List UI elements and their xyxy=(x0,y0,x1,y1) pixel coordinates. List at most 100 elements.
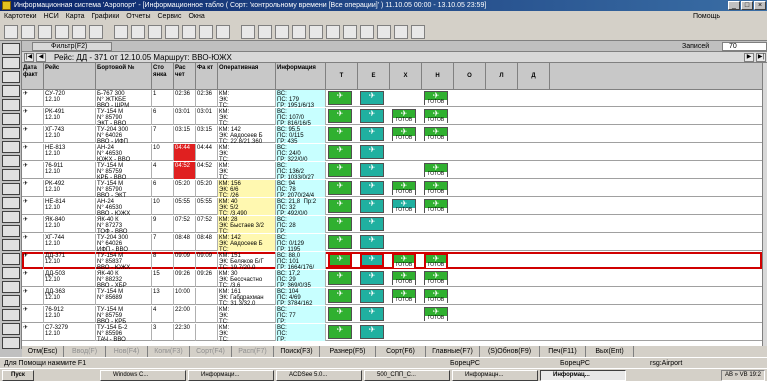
col-l[interactable]: Л xyxy=(486,63,518,90)
side-tool-button[interactable] xyxy=(2,57,20,69)
service-status-icon[interactable]: ✈ ГОТОВ xyxy=(392,127,416,141)
col-info[interactable]: Информация xyxy=(276,63,326,90)
service-status-icon[interactable]: ✈ xyxy=(328,289,352,303)
service-status-icon[interactable]: ✈ xyxy=(360,271,384,285)
toolbar-button[interactable] xyxy=(182,25,196,39)
table-row[interactable]: ✈ НЕ-813 12.10 АН-24 N° 46530 ЮЖХ - ВВО 10 0… xyxy=(22,144,762,161)
col-d[interactable]: Д xyxy=(518,63,550,90)
table-row[interactable]: ✈ ДД-371 12.10 ТУ-154 М N° 85837 ВВО - ЮЖХ… xyxy=(22,252,762,269)
service-status-icon[interactable]: ✈ ГОТОВ xyxy=(424,199,448,213)
col-t[interactable]: Т xyxy=(326,63,358,90)
side-tool-button[interactable] xyxy=(2,225,20,237)
service-status-icon[interactable]: ✈ xyxy=(360,325,384,339)
service-status-icon[interactable]: ✈ ГОТОВ xyxy=(424,253,448,268)
side-tool-button[interactable] xyxy=(2,141,20,153)
service-status-icon[interactable]: ✈ xyxy=(360,199,384,213)
toolbar-button[interactable] xyxy=(148,25,162,39)
service-status-icon[interactable]: ✈ xyxy=(328,325,352,339)
col-stand[interactable]: Сто янка xyxy=(152,63,174,90)
menu-help[interactable]: Помощь xyxy=(693,11,720,23)
side-tool-button[interactable] xyxy=(2,295,20,307)
toolbar-button[interactable] xyxy=(38,25,52,39)
taskbar-item[interactable]: Информац... xyxy=(540,370,626,381)
side-tool-button[interactable] xyxy=(2,169,20,181)
side-tool-button[interactable] xyxy=(2,309,20,321)
service-status-icon[interactable]: ✈ xyxy=(360,163,384,177)
toolbar-button[interactable] xyxy=(114,25,128,39)
service-status-icon[interactable]: ✈ xyxy=(360,307,384,321)
toolbar-button[interactable] xyxy=(411,25,425,39)
service-status-icon[interactable]: ✈ xyxy=(328,109,352,123)
table-row[interactable]: ✈ С7-3279 12.10 ТУ-154 Б-2 N° 85596 ТАЧ - … xyxy=(22,324,762,341)
service-status-icon[interactable]: ✈ xyxy=(360,145,384,159)
service-status-icon[interactable]: ✈ ГОТОВ xyxy=(392,271,416,285)
toolbar-button[interactable] xyxy=(309,25,323,39)
side-tool-button[interactable] xyxy=(2,155,20,167)
toolbar-button[interactable] xyxy=(72,25,86,39)
fkey-button[interactable]: Разнер(F5) xyxy=(320,346,376,357)
fkey-button[interactable]: Вых(Ent) xyxy=(586,346,634,357)
fkey-button[interactable]: Печ(F11) xyxy=(540,346,586,357)
side-tool-button[interactable] xyxy=(2,43,20,55)
taskbar-item[interactable]: 500_СПП_С... xyxy=(364,370,450,381)
toolbar-button[interactable] xyxy=(89,25,103,39)
menu-windows[interactable]: Окна xyxy=(188,11,204,23)
fkey-button[interactable]: Сорт(F6) xyxy=(376,346,426,357)
first-record-icon[interactable]: |◀ xyxy=(24,53,34,62)
service-status-icon[interactable]: ✈ xyxy=(360,217,384,231)
service-status-icon[interactable]: ✈ ГОТОВ xyxy=(424,307,448,321)
service-status-icon[interactable]: ✈ xyxy=(328,307,352,321)
service-status-icon[interactable]: ✈ ГОТОВ xyxy=(424,163,448,177)
maximize-button[interactable]: □ xyxy=(741,1,753,10)
side-tool-button[interactable] xyxy=(2,113,20,125)
service-status-icon[interactable]: ✈ xyxy=(328,199,352,213)
service-status-icon[interactable]: ✈ ГОТОВ xyxy=(424,271,448,285)
side-tool-button[interactable] xyxy=(2,127,20,139)
menu-reports[interactable]: Отчеты xyxy=(126,11,150,23)
col-operative[interactable]: Оперативная xyxy=(218,63,276,90)
col-board[interactable]: Бортовой № xyxy=(96,63,152,90)
service-status-icon[interactable]: ✈ ГОТОВ xyxy=(392,289,416,303)
service-status-icon[interactable]: ✈ ГОТОВ xyxy=(424,91,448,105)
service-status-icon[interactable]: ✈ xyxy=(360,181,384,195)
toolbar-button[interactable] xyxy=(55,25,69,39)
service-status-icon[interactable]: ✈ ГОТОВ xyxy=(424,289,448,303)
toolbar-button[interactable] xyxy=(377,25,391,39)
service-status-icon[interactable]: ✈ xyxy=(328,91,352,105)
service-status-icon[interactable]: ✈ xyxy=(328,181,352,195)
taskbar-item[interactable]: Windows C... xyxy=(100,370,186,381)
fkey-button[interactable]: Поиск(F3) xyxy=(274,346,320,357)
col-date-fact[interactable]: Дата факт xyxy=(22,63,44,90)
table-row[interactable]: ✈ ХГ-743 12.10 ТУ-204 300 N° 64026 ВВО - И… xyxy=(22,126,762,143)
filter-button[interactable]: Фильтр(F2) xyxy=(32,42,112,51)
service-status-icon[interactable]: ✈ xyxy=(328,253,352,267)
service-status-icon[interactable]: ✈ xyxy=(328,145,352,159)
col-flight[interactable]: Рейс xyxy=(44,63,96,90)
fkey-button[interactable]: Расп(F7) xyxy=(232,346,274,357)
col-h[interactable]: Н xyxy=(422,63,454,90)
last-record-icon[interactable]: ▶| xyxy=(756,53,766,62)
table-row[interactable]: ✈ ДД-363 12.10 ТУ-154 М N° 85689 13 10:00 КМ:… xyxy=(22,288,762,305)
fkey-button[interactable]: Копи(F3) xyxy=(148,346,190,357)
toolbar-button[interactable] xyxy=(275,25,289,39)
toolbar-button[interactable] xyxy=(343,25,357,39)
table-row[interactable]: ✈ РК-492 12.10 ТУ-154 М N° 85790 ВВО - ЭКТ… xyxy=(22,180,762,197)
service-status-icon[interactable]: ✈ ГОТОВ xyxy=(392,181,416,195)
col-x[interactable]: Х xyxy=(390,63,422,90)
menu-map[interactable]: Карта xyxy=(66,11,85,23)
side-tool-button[interactable] xyxy=(2,323,20,335)
menu-kartoteki[interactable]: Картотеки xyxy=(4,11,37,23)
toolbar-button[interactable] xyxy=(4,25,18,39)
toolbar-button[interactable] xyxy=(258,25,272,39)
service-status-icon[interactable]: ✈ xyxy=(360,127,384,141)
toolbar-button[interactable] xyxy=(292,25,306,39)
side-tool-button[interactable] xyxy=(2,183,20,195)
side-tool-button[interactable] xyxy=(2,239,20,251)
table-row[interactable]: ✈ СУ-720 12.10 Б-767 300 N° ЖТКБЕ ВВО - ШР… xyxy=(22,90,762,107)
fkey-button[interactable]: Главные(F7) xyxy=(426,346,480,357)
service-status-icon[interactable]: ✈ xyxy=(328,235,352,249)
service-status-icon[interactable]: ✈ xyxy=(360,109,384,123)
toolbar-button[interactable] xyxy=(241,25,255,39)
close-button[interactable]: × xyxy=(754,1,766,10)
toolbar-button[interactable] xyxy=(131,25,145,39)
